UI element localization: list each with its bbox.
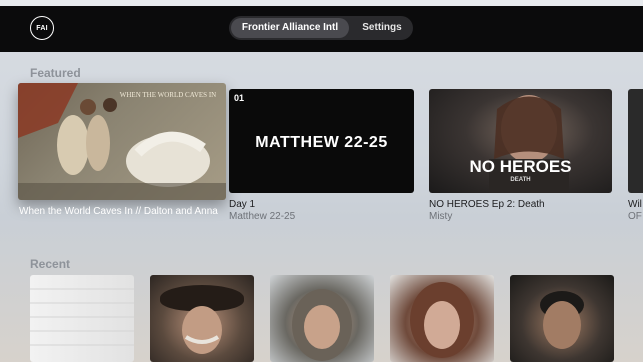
featured-item-subtitle: Misty <box>429 211 453 222</box>
thumbnail-title: WHEN THE WORLD CAVES IN <box>119 91 217 99</box>
thumbnail-title: MATTHEW 22-25 <box>255 134 388 151</box>
recent-card[interactable] <box>150 275 254 362</box>
tab-frontier-alliance-intl[interactable]: Frontier Alliance Intl <box>231 18 349 38</box>
logo-text: FAI <box>36 24 48 32</box>
recent-card[interactable] <box>30 275 134 362</box>
featured-item-subtitle: Matthew 22-25 <box>229 211 296 222</box>
portrait-image <box>410 282 474 358</box>
recent-card[interactable] <box>390 275 494 362</box>
recent-card[interactable] <box>510 275 614 362</box>
fai-logo: FAI <box>30 16 54 40</box>
portrait-image <box>540 291 584 349</box>
tab-bar: Frontier Alliance Intl Settings <box>229 16 413 40</box>
featured-item-title: Wil <box>628 199 642 210</box>
featured-item-title: Day 1 <box>229 199 256 210</box>
featured-card-when-the-world-caves-in[interactable]: WHEN THE WORLD CAVES IN <box>18 83 226 200</box>
featured-item-title: When the World Caves In // Dalton and An… <box>19 206 218 217</box>
featured-card-partial[interactable] <box>628 89 643 193</box>
portrait-image <box>292 289 352 361</box>
tab-settings[interactable]: Settings <box>357 18 407 38</box>
featured-card-matthew[interactable]: 01 MATTHEW 22-25 <box>229 89 414 193</box>
recent-section-title: Recent <box>30 257 71 271</box>
featured-item-title: NO HEROES Ep 2: Death <box>429 199 545 210</box>
portrait-image <box>182 306 222 354</box>
featured-card-no-heroes[interactable]: NO HEROES DEATH <box>429 89 612 193</box>
thumbnail-subtitle: DEATH <box>510 177 531 183</box>
recent-card[interactable] <box>270 275 374 362</box>
brick-wall-image <box>30 288 134 346</box>
thumbnail-number: 01 <box>234 93 245 103</box>
painting-artwork <box>18 83 226 200</box>
top-navigation-bar: FAI Frontier Alliance Intl Settings <box>0 6 643 52</box>
featured-section-title: Featured <box>30 66 81 80</box>
thumbnail-title: NO HEROES <box>469 157 572 176</box>
featured-item-subtitle: OF <box>628 211 642 222</box>
